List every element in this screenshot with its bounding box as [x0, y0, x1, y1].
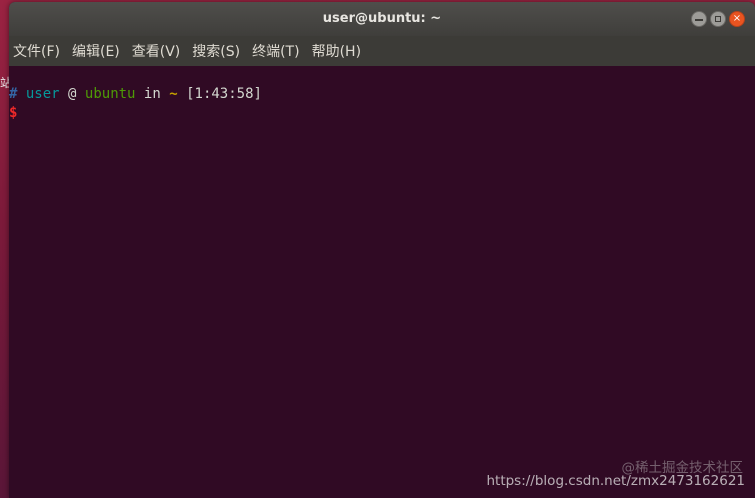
maximize-icon	[715, 16, 721, 22]
watermark-site-wrap: @稀土掘金技术社区	[622, 456, 744, 476]
close-icon: ×	[732, 13, 742, 24]
prompt-dollar: $	[9, 105, 18, 121]
prompt-at: @	[68, 86, 77, 102]
menu-search[interactable]: 搜索(S)	[192, 41, 240, 61]
maximize-button[interactable]	[710, 11, 726, 27]
prompt-user: user	[25, 86, 60, 102]
prompt-hash: #	[9, 86, 18, 102]
prompt-in: in	[143, 86, 161, 102]
menu-bar: 文件(F) 编辑(E) 查看(V) 搜索(S) 终端(T) 帮助(H)	[9, 36, 755, 66]
watermark-site: @稀土掘金技术社区	[621, 460, 744, 476]
prompt-info-line: # user @ ubuntu in ~ [1:43:58]	[9, 86, 755, 105]
prompt-time: [1:43:58]	[186, 86, 262, 102]
minimize-button[interactable]	[691, 11, 707, 27]
menu-terminal[interactable]: 终端(T)	[252, 41, 299, 61]
terminal-window: user@ubuntu: ~ × 文件(F) 编辑(E) 查看(V) 搜索(S)…	[9, 2, 755, 498]
window-title: user@ubuntu: ~	[322, 11, 442, 26]
minimize-icon	[695, 18, 703, 21]
terminal-area[interactable]: # user @ ubuntu in ~ [1:43:58] $	[9, 66, 755, 498]
menu-view[interactable]: 查看(V)	[132, 41, 181, 61]
window-controls: ×	[691, 11, 745, 27]
prompt-path: ~	[169, 86, 178, 102]
menu-help[interactable]: 帮助(H)	[312, 41, 361, 61]
prompt-input-line: $	[9, 105, 755, 124]
menu-edit[interactable]: 编辑(E)	[72, 41, 120, 61]
prompt-host: ubuntu	[84, 86, 136, 102]
menu-file[interactable]: 文件(F)	[13, 41, 60, 61]
desktop-partial-label: 站	[0, 76, 9, 90]
close-button[interactable]: ×	[729, 11, 745, 27]
title-bar[interactable]: user@ubuntu: ~ ×	[9, 2, 755, 36]
